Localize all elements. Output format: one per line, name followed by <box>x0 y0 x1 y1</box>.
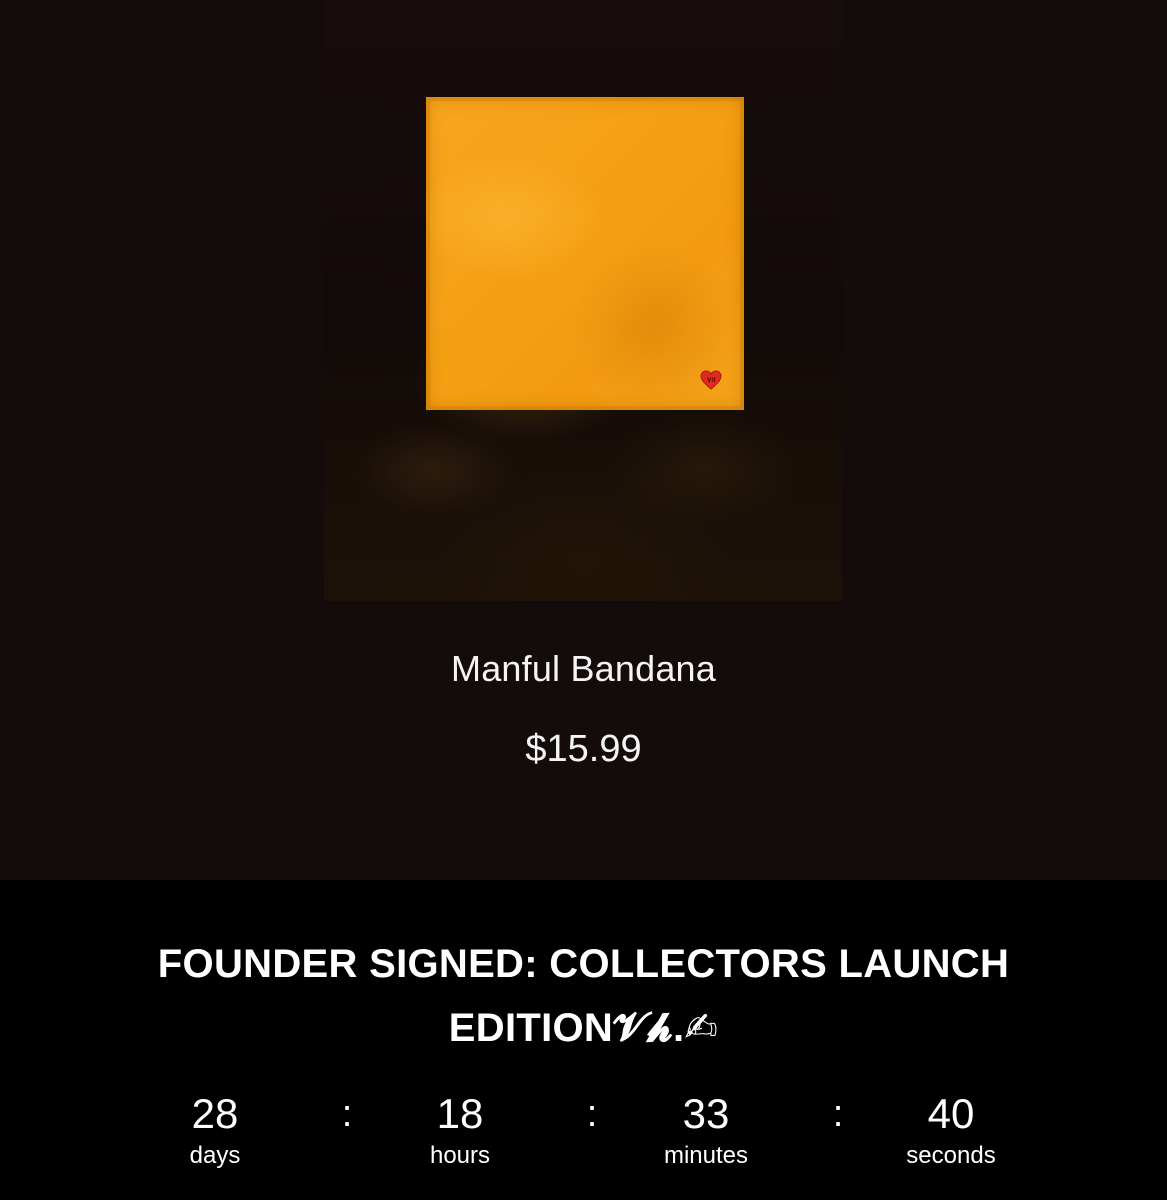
countdown-days: 28 days <box>115 1088 315 1172</box>
countdown-separator: : <box>586 1093 598 1135</box>
product-title[interactable]: Manful Bandana <box>0 648 1167 690</box>
launch-banner: FOUNDER SIGNED: COLLECTORS LAUNCH EDITIO… <box>0 880 1167 1200</box>
countdown-separator: : <box>341 1093 353 1135</box>
countdown-timer: 28 days : 18 hours : 33 minutes : 40 sec… <box>0 1088 1167 1188</box>
countdown-minutes-value: 33 <box>682 1090 730 1137</box>
countdown-minutes-label: minutes <box>663 1142 749 1169</box>
product-section: Manful Bandana $15.99 <box>0 0 1167 880</box>
countdown-seconds-label: seconds <box>906 1142 996 1169</box>
heart-logo-icon <box>700 370 722 390</box>
countdown-hours: 18 hours <box>360 1088 560 1172</box>
countdown-days-label: days <box>189 1142 241 1169</box>
countdown-hours-value: 18 <box>436 1090 484 1137</box>
bandana-image <box>426 97 744 410</box>
page: Manful Bandana $15.99 FOUNDER SIGNED: CO… <box>0 0 1167 1200</box>
product-image[interactable] <box>324 0 842 601</box>
countdown-separator: : <box>832 1093 844 1135</box>
launch-title-text: FOUNDER SIGNED: COLLECTORS LAUNCH EDITIO… <box>157 942 1010 1050</box>
product-price: $15.99 <box>525 728 642 770</box>
signature-icon: 𝓥𝓱.✍ <box>613 1006 719 1050</box>
countdown-minutes: 33 minutes <box>606 1088 806 1172</box>
countdown-hours-label: hours <box>429 1142 491 1169</box>
countdown-seconds-value: 40 <box>927 1090 975 1137</box>
countdown-seconds: 40 seconds <box>851 1088 1051 1172</box>
launch-title: FOUNDER SIGNED: COLLECTORS LAUNCH EDITIO… <box>100 932 1067 1060</box>
countdown-days-value: 28 <box>191 1090 239 1137</box>
